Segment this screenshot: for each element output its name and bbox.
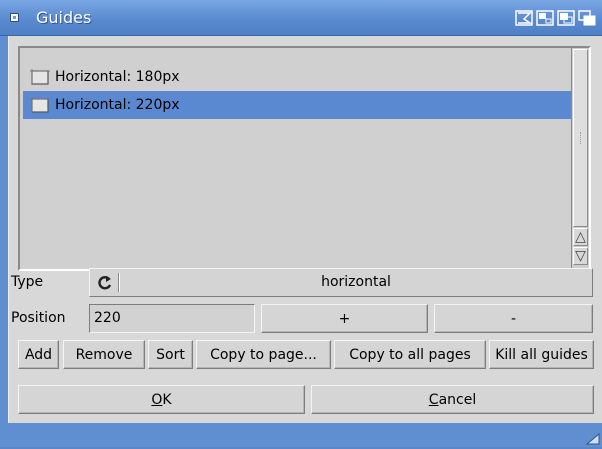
scroll-down-icon[interactable]: ▽ <box>573 247 588 265</box>
guides-window: Guides Horizontal: 180px Horizontal: 220… <box>0 0 602 447</box>
type-value: horizontal <box>321 274 391 290</box>
zoom-icon[interactable] <box>536 9 554 27</box>
close-gadget-icon[interactable] <box>10 13 19 22</box>
type-label: Type <box>11 274 44 290</box>
depth-back-icon[interactable] <box>578 9 596 27</box>
list-item-label: Horizontal: 220px <box>55 97 180 113</box>
list-scrollbar[interactable]: △ ▽ <box>571 48 589 269</box>
guide-icon <box>29 96 51 114</box>
kill-all-guides-button[interactable]: Kill all guides <box>489 340 594 369</box>
cycle-icon <box>96 275 114 291</box>
cancel-label-rest: ancel <box>438 391 477 408</box>
plus-button[interactable]: + <box>261 304 428 333</box>
list-item-selected[interactable]: Horizontal: 220px <box>23 91 571 119</box>
window-title: Guides <box>36 8 92 27</box>
list-item[interactable]: Horizontal: 180px <box>23 63 571 91</box>
iconify-icon[interactable] <box>515 9 533 27</box>
ok-mnemonic: O <box>151 391 163 408</box>
depth-icon[interactable] <box>557 9 575 27</box>
type-cycle-button[interactable]: horizontal <box>89 268 593 297</box>
ok-label-rest: K <box>162 391 172 408</box>
minus-button[interactable]: - <box>434 304 593 333</box>
position-label: Position <box>11 310 66 326</box>
dialog-body: Horizontal: 180px Horizontal: 220px △ ▽ … <box>8 36 602 423</box>
sort-button[interactable]: Sort <box>148 340 193 369</box>
guides-list[interactable]: Horizontal: 180px Horizontal: 220px △ ▽ <box>18 46 591 271</box>
window-gadgets <box>515 9 596 27</box>
scroll-knob[interactable] <box>573 49 588 227</box>
cancel-mnemonic: C <box>428 391 439 408</box>
guide-icon <box>29 68 51 86</box>
resize-icon[interactable] <box>585 432 600 445</box>
list-item-label: Horizontal: 180px <box>55 69 180 85</box>
position-input[interactable]: 220 <box>89 304 255 333</box>
scroll-up-icon[interactable]: △ <box>573 228 588 246</box>
copy-to-all-pages-button[interactable]: Copy to all pages <box>334 340 486 369</box>
ok-button[interactable]: OK <box>18 385 305 414</box>
add-button[interactable]: Add <box>18 340 59 369</box>
title-bar[interactable]: Guides <box>0 0 602 36</box>
remove-button[interactable]: Remove <box>63 340 145 369</box>
cancel-button[interactable]: Cancel <box>311 385 594 414</box>
copy-to-page-button[interactable]: Copy to page... <box>196 340 331 369</box>
